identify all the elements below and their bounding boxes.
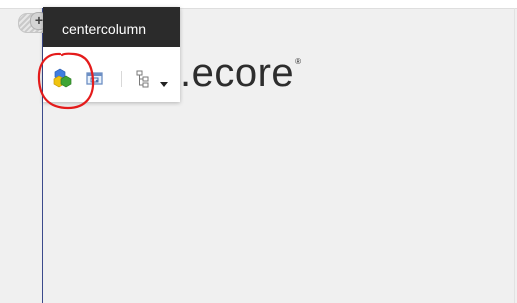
placeholder-border-right xyxy=(514,8,515,303)
tree-structure-icon[interactable] xyxy=(135,69,151,89)
site-logo: .ecore® xyxy=(180,51,302,96)
logo-registered-mark: ® xyxy=(295,57,302,66)
red-annotation-circle xyxy=(37,52,95,110)
chrome-title: centercolumn xyxy=(62,21,147,37)
toolbar-separator xyxy=(121,71,122,87)
dropdown-arrow-icon[interactable] xyxy=(157,76,171,87)
chrome-header: centercolumn xyxy=(43,7,180,47)
logo-text: .ecore xyxy=(180,51,295,95)
